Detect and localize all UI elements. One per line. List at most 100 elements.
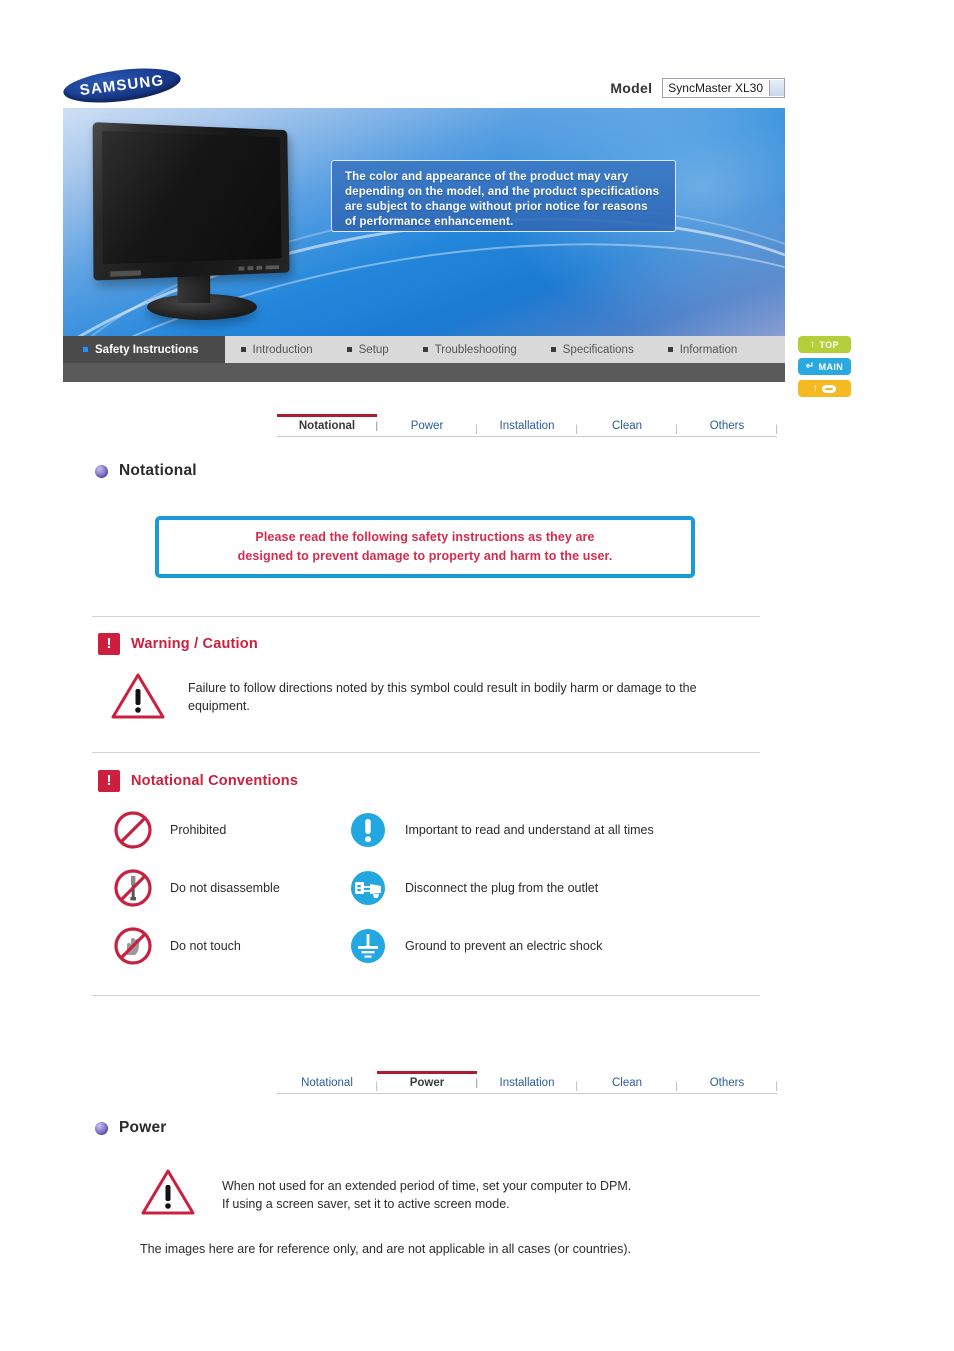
top-button-label: TOP	[819, 339, 839, 350]
tab-safety-instructions[interactable]: Safety Instructions	[63, 336, 225, 363]
power-warning-line1: When not used for an extended period of …	[222, 1179, 632, 1193]
subnav-item-power[interactable]: Power |	[377, 1071, 478, 1093]
conventions-grid: Prohibited Important to read and underst…	[112, 808, 792, 968]
return-arrow-icon: ↵	[805, 360, 815, 372]
subnav-item-installation[interactable]: Installation |	[477, 1077, 579, 1093]
bullet-square-icon	[83, 347, 88, 352]
convention-item-important: Important to read and understand at all …	[347, 808, 792, 852]
subnav-item-installation[interactable]: Installation |	[477, 420, 579, 436]
subnav-label: Clean	[611, 420, 643, 432]
power-warning-row: When not used for an extended period of …	[140, 1168, 780, 1216]
main-navigation: Safety Instructions Introduction Setup T…	[63, 336, 785, 382]
convention-item-disconnect-plug: Disconnect the plug from the outlet	[347, 866, 792, 910]
subnav-label: Others	[709, 1077, 745, 1089]
subnav-item-others[interactable]: Others |	[677, 420, 778, 436]
divider-rule	[92, 752, 760, 753]
main-button-label: MAIN	[818, 361, 844, 372]
warning-caution-label: Warning / Caution	[131, 636, 258, 652]
convention-item-do-not-touch: Do not touch	[112, 924, 347, 968]
tab-troubleshooting[interactable]: Troubleshooting	[406, 336, 535, 363]
subnav-item-clean[interactable]: Clean |	[577, 420, 678, 436]
safety-notice-box: Please read the following safety instruc…	[155, 516, 695, 578]
tab-setup[interactable]: Setup	[330, 336, 407, 363]
arrow-up-icon: ↑	[812, 382, 819, 394]
samsung-logo: SAMSUNG	[61, 62, 183, 109]
subnav-item-clean[interactable]: Clean |	[577, 1077, 678, 1093]
section-heading-power: Power	[95, 1119, 167, 1137]
monitor-control-buttons	[238, 265, 280, 271]
safety-notice-line2: designed to prevent damage to property a…	[237, 549, 613, 563]
bullet-sphere-icon	[95, 1121, 108, 1135]
bullet-square-icon	[422, 347, 428, 352]
monitor-screen	[102, 130, 282, 265]
warning-caution-row: Failure to follow directions noted by th…	[110, 672, 770, 720]
safety-notice-text: Please read the following safety instruc…	[238, 528, 613, 566]
important-icon	[347, 809, 389, 851]
page-header: SAMSUNG Model SyncMaster XL30	[61, 62, 785, 109]
model-select-value: SyncMaster XL30	[668, 81, 763, 95]
chevron-down-icon[interactable]	[769, 80, 784, 96]
subnav-label: Clean	[611, 1077, 643, 1089]
main-button[interactable]: ↵ MAIN	[798, 358, 851, 375]
main-nav-bottom-bar	[63, 363, 785, 382]
tab-label: Troubleshooting	[434, 343, 517, 356]
arrow-up-icon: ↑	[810, 338, 816, 350]
notational-conventions-heading: ! Notational Conventions	[98, 770, 298, 792]
power-warning-text: When not used for an extended period of …	[222, 1168, 780, 1213]
section-title: Notational	[119, 462, 197, 479]
bullet-square-icon	[667, 347, 673, 352]
convention-label: Prohibited	[170, 823, 227, 837]
disconnect-plug-icon	[347, 867, 389, 909]
banner-notice-text: The color and appearance of the product …	[345, 171, 660, 228]
bullet-square-icon	[346, 347, 352, 352]
bullet-square-icon	[240, 347, 246, 352]
subnav-label: Notational	[298, 420, 356, 432]
notational-conventions-label: Notational Conventions	[131, 773, 299, 789]
tab-label: Specifications	[562, 343, 634, 356]
convention-item-prohibited: Prohibited	[112, 808, 347, 852]
convention-label: Disconnect the plug from the outlet	[405, 881, 599, 895]
model-selector-area: Model SyncMaster XL30	[610, 78, 785, 98]
section-heading-notational: Notational	[95, 462, 197, 480]
logo-wordmark: SAMSUNG	[78, 71, 166, 100]
warning-triangle-icon	[110, 672, 166, 720]
sub-navigation-power: Notational | Power | Installation | Clea…	[277, 1067, 778, 1094]
model-select[interactable]: SyncMaster XL30	[662, 78, 785, 98]
subnav-label: Others	[709, 420, 745, 432]
do-not-disassemble-icon	[112, 867, 154, 909]
subnav-item-notational[interactable]: Notational |	[277, 414, 378, 436]
main-nav-tabs: Safety Instructions Introduction Setup T…	[63, 336, 785, 363]
index-button[interactable]: ↑	[798, 380, 851, 397]
subnav-label: Installation	[499, 420, 555, 432]
tab-information[interactable]: Information	[651, 336, 756, 363]
do-not-touch-icon	[112, 925, 154, 967]
subnav-item-others[interactable]: Others |	[677, 1077, 778, 1093]
bullet-square-icon	[550, 347, 556, 352]
sub-navigation-notational: Notational | Power | Installation | Clea…	[277, 410, 778, 437]
subnav-separator: |	[775, 1081, 778, 1092]
index-oval-icon	[822, 384, 837, 393]
convention-label: Do not touch	[170, 939, 241, 953]
convention-item-do-not-disassemble: Do not disassemble	[112, 866, 347, 910]
side-button-group: ↑ TOP ↵ MAIN ↑	[798, 336, 854, 402]
section-title: Power	[119, 1119, 167, 1136]
ground-icon	[347, 925, 389, 967]
subnav-separator: |	[775, 424, 778, 435]
convention-item-ground: Ground to prevent an electric shock	[347, 924, 792, 968]
subnav-label: Installation	[499, 1077, 555, 1089]
power-warning-line2: If using a screen saver, set it to activ…	[222, 1197, 510, 1211]
exclamation-square-icon: !	[98, 633, 120, 655]
divider-rule	[92, 995, 760, 996]
monitor-product-image	[85, 122, 315, 324]
tab-label: Information	[679, 343, 738, 356]
tab-specifications[interactable]: Specifications	[534, 336, 652, 363]
power-footnote: The images here are for reference only, …	[140, 1242, 631, 1256]
subnav-item-power[interactable]: Power |	[377, 420, 478, 436]
top-button[interactable]: ↑ TOP	[798, 336, 851, 353]
warning-caution-text: Failure to follow directions noted by th…	[188, 681, 697, 713]
subnav-item-notational[interactable]: Notational |	[277, 1077, 378, 1093]
banner-notice-box: The color and appearance of the product …	[331, 160, 676, 232]
tab-introduction[interactable]: Introduction	[224, 336, 331, 363]
bullet-sphere-icon	[95, 464, 108, 478]
warning-caution-heading: ! Warning / Caution	[98, 633, 258, 655]
